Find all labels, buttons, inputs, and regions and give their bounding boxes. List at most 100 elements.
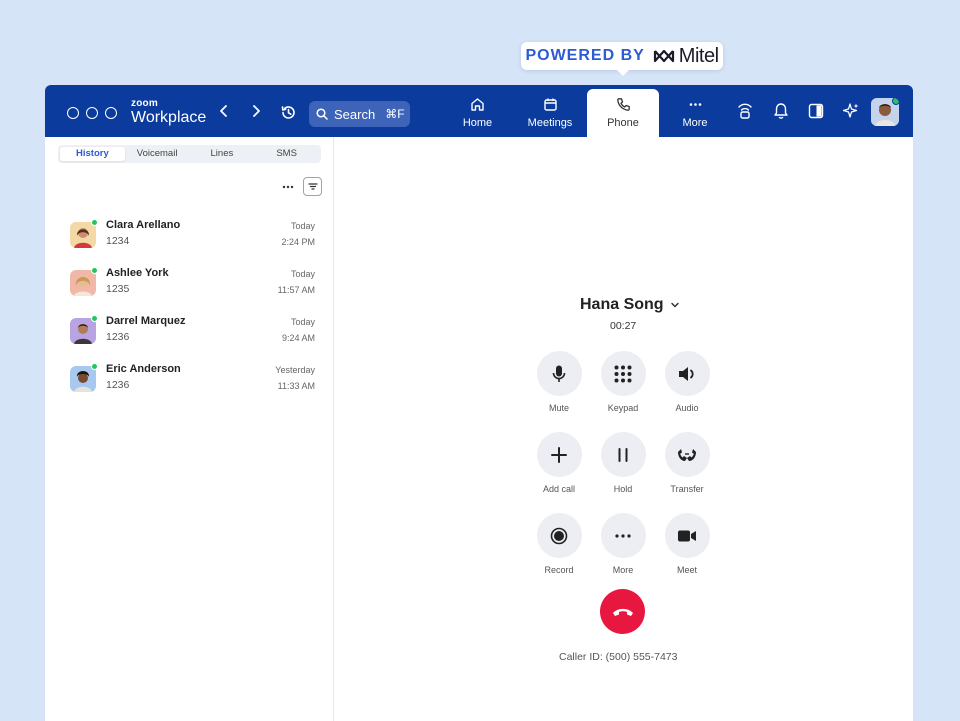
call-history-panel: History Voicemail Lines SMS Clara Arella… — [45, 137, 334, 721]
tab-home[interactable]: Home — [450, 89, 505, 137]
forward-arrow-icon[interactable] — [249, 104, 263, 118]
microphone-icon — [552, 365, 566, 382]
contact-name: Eric Anderson — [106, 363, 181, 375]
contact-avatar — [70, 222, 96, 248]
callee-name-dropdown[interactable]: Hana Song — [580, 296, 680, 314]
call-time: 2:24 PM — [281, 237, 315, 247]
home-icon — [471, 98, 484, 111]
contact-name: Ashlee York — [106, 267, 169, 279]
call-history-item[interactable]: Clara Arellano 1234 Today 2:24 PM — [70, 219, 315, 259]
mitel-mark-icon — [653, 49, 674, 63]
search-icon — [316, 108, 328, 120]
contact-extension: 1234 — [106, 235, 130, 247]
meet-label: Meet — [676, 565, 697, 575]
search-label: Search — [334, 106, 376, 122]
tab-meetings[interactable]: Meetings — [520, 89, 580, 137]
call-history-item[interactable]: Ashlee York 1235 Today 11:57 AM — [70, 267, 315, 307]
presence-dot — [91, 219, 98, 226]
call-day: Today — [290, 221, 315, 231]
powered-by-badge: POWERED BY Mitel — [521, 42, 723, 76]
subtab-lines[interactable]: Lines — [190, 147, 255, 161]
keypad-button[interactable]: Keypad — [593, 351, 653, 413]
record-button[interactable]: Record — [529, 513, 589, 575]
user-avatar[interactable] — [871, 98, 899, 126]
powered-by-label: POWERED BY — [525, 47, 645, 64]
mute-button[interactable]: Mute — [529, 351, 589, 413]
mitel-logo: Mitel — [653, 45, 719, 68]
transfer-button[interactable]: Transfer — [657, 432, 717, 494]
tab-phone-label: Phone — [607, 117, 639, 129]
filter-button[interactable] — [303, 177, 322, 196]
contact-name: Clara Arellano — [106, 219, 181, 231]
filter-icon — [307, 183, 318, 190]
subtab-history[interactable]: History — [60, 147, 125, 161]
more-dots-icon — [615, 533, 631, 538]
chevron-down-icon — [670, 302, 679, 308]
speaker-icon — [679, 366, 694, 381]
calendar-icon — [543, 98, 557, 111]
add-call-label: Add call — [542, 484, 576, 494]
contact-extension: 1235 — [106, 283, 130, 295]
contact-avatar — [70, 366, 96, 392]
ai-sparkle-icon[interactable] — [842, 102, 860, 120]
list-actions — [281, 177, 322, 196]
contact-avatar — [70, 318, 96, 344]
top-bar: zoom Workplace Search ⌘F Home Meetings P… — [45, 85, 913, 137]
app-window: zoom Workplace Search ⌘F Home Meetings P… — [45, 85, 913, 721]
notifications-bell-icon[interactable] — [773, 102, 789, 120]
video-camera-icon — [678, 530, 696, 541]
tab-more[interactable]: More — [670, 89, 720, 137]
tab-more-label: More — [682, 117, 708, 129]
call-duration: 00:27 — [610, 320, 637, 332]
audio-button[interactable]: Audio — [657, 351, 717, 413]
more-label: More — [612, 565, 634, 575]
tab-meetings-label: Meetings — [527, 117, 573, 129]
call-history-item[interactable]: Eric Anderson 1236 Yesterday 11:33 AM — [70, 363, 315, 403]
presence-dot — [91, 267, 98, 274]
caller-id: Caller ID: (500) 555-7473 — [559, 651, 678, 663]
close-window-button[interactable] — [67, 107, 79, 119]
maximize-window-button[interactable] — [105, 107, 117, 119]
record-label: Record — [544, 565, 574, 575]
presence-dot — [91, 363, 98, 370]
more-button[interactable]: More — [593, 513, 653, 575]
hold-label: Hold — [613, 484, 633, 494]
record-icon — [550, 527, 568, 544]
presence-dot — [892, 98, 899, 105]
hold-button[interactable]: Hold — [593, 432, 653, 494]
window-controls — [67, 107, 117, 119]
more-icon — [689, 103, 701, 106]
plus-icon — [551, 446, 567, 463]
mute-label: Mute — [548, 403, 569, 413]
line-status-icon[interactable] — [737, 102, 753, 120]
add-call-button[interactable]: Add call — [529, 432, 589, 494]
keypad-label: Keypad — [607, 403, 639, 413]
search-bar[interactable]: Search ⌘F — [309, 101, 410, 127]
subtab-voicemail[interactable]: Voicemail — [125, 147, 190, 161]
end-call-button[interactable] — [600, 589, 645, 634]
call-history-item[interactable]: Darrel Marquez 1236 Today 9:24 AM — [70, 315, 315, 355]
audio-label: Audio — [675, 403, 699, 413]
back-arrow-icon[interactable] — [217, 104, 231, 118]
side-panel-icon[interactable] — [808, 102, 824, 120]
hang-up-icon — [612, 608, 633, 616]
history-subtabs: History Voicemail Lines SMS — [58, 145, 321, 163]
subtab-sms[interactable]: SMS — [254, 147, 319, 161]
call-time: 11:33 AM — [277, 381, 315, 391]
brand-small: zoom — [131, 98, 158, 109]
more-options-icon[interactable] — [281, 182, 295, 192]
call-time: 11:57 AM — [277, 285, 315, 295]
brand-large: Workplace — [131, 109, 207, 126]
call-time: 9:24 AM — [281, 333, 315, 343]
contact-avatar — [70, 270, 96, 296]
call-day: Yesterday — [275, 365, 315, 375]
minimize-window-button[interactable] — [86, 107, 98, 119]
meet-button[interactable]: Meet — [657, 513, 717, 575]
keypad-icon — [614, 365, 632, 382]
history-icon[interactable] — [280, 104, 297, 121]
mitel-wordmark: Mitel — [678, 44, 719, 67]
tab-phone[interactable]: Phone — [587, 89, 659, 137]
search-shortcut: ⌘F — [385, 107, 405, 121]
call-day: Today — [290, 269, 315, 279]
call-day: Today — [290, 317, 315, 327]
